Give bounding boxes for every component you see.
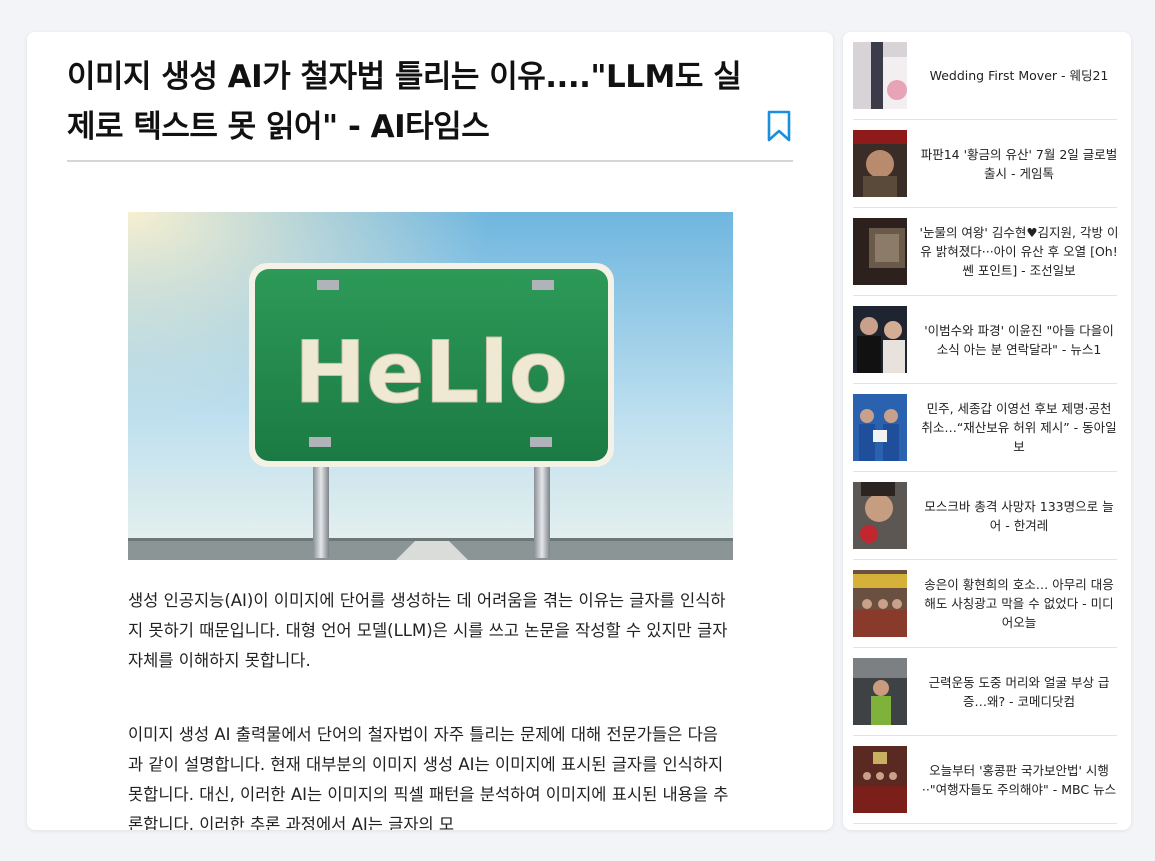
sidebar-news-title: 모스크바 총격 사망자 133명으로 늘어 - 한겨레 (924, 498, 1114, 533)
article-paragraph: 이미지 생성 AI 출력물에서 단어의 철자법이 자주 틀리는 문제에 대해 전… (128, 725, 729, 830)
sidebar-news-item[interactable]: Wedding First Mover - 웨딩21 (853, 32, 1117, 120)
sidebar-news-item[interactable]: 송은이 황현희의 호소… 아무리 대응해도 사칭광고 막을 수 없었다 - 미디… (853, 560, 1117, 648)
news-thumbnail (853, 746, 907, 813)
sidebar-news-item[interactable]: 오늘부터 '홍콩판 국가보안법' 시행··"여행자들도 주의해야" - MBC … (853, 736, 1117, 824)
article-paragraph: 생성 인공지능(AI)이 이미지에 단어를 생성하는 데 어려움을 겪는 이유는… (128, 591, 728, 670)
news-thumbnail (853, 658, 907, 725)
sidebar-news-title: '눈물의 여왕' 김수현♥김지원, 각방 이유 밝혀졌다···아이 유산 후 오… (919, 225, 1119, 278)
sidebar-news-item[interactable]: 근력운동 도중 머리와 얼굴 부상 급증…왜? - 코메디닷컴 (853, 648, 1117, 736)
sidebar-news-title: 근력운동 도중 머리와 얼굴 부상 급증…왜? - 코메디닷컴 (928, 674, 1110, 709)
article-header: 이미지 생성 AI가 철자법 틀리는 이유...."LLM도 실제로 텍스트 못… (67, 52, 793, 162)
article-card: 이미지 생성 AI가 철자법 틀리는 이유...."LLM도 실제로 텍스트 못… (27, 32, 833, 830)
news-thumbnail (853, 42, 907, 109)
news-thumbnail (853, 482, 907, 549)
related-news-sidebar: Wedding First Mover - 웨딩21 파판14 '황금의 유산'… (843, 32, 1131, 830)
sidebar-news-item[interactable]: 모스크바 총격 사망자 133명으로 늘어 - 한겨레 (853, 472, 1117, 560)
sidebar-news-title: 오늘부터 '홍콩판 국가보안법' 시행··"여행자들도 주의해야" - MBC … (921, 762, 1117, 797)
news-thumbnail (853, 394, 907, 461)
sidebar-news-title: '이범수와 파경' 이윤진 "아들 다을이 소식 아는 분 연락달라" - 뉴스… (924, 322, 1114, 357)
sidebar-news-item[interactable]: 파판14 '황금의 유산' 7월 2일 글로벌 출시 - 게임톡 (853, 120, 1117, 208)
sidebar-news-title: 민주, 세종갑 이영선 후보 제명·공천 취소…“재산보유 허위 제시” - 동… (921, 401, 1117, 454)
article-hero-image: HeLlo (128, 212, 733, 560)
sidebar-news-item[interactable]: '이범수와 파경' 이윤진 "아들 다을이 소식 아는 분 연락달라" - 뉴스… (853, 296, 1117, 384)
sign-text: HeLlo (294, 323, 568, 423)
sidebar-news-item[interactable]: '눈물의 여왕' 김수현♥김지원, 각방 이유 밝혀졌다···아이 유산 후 오… (853, 208, 1119, 296)
sidebar-news-title: Wedding First Mover - 웨딩21 (929, 68, 1109, 83)
article-title: 이미지 생성 AI가 철자법 틀리는 이유...."LLM도 실제로 텍스트 못… (67, 59, 742, 145)
sidebar-news-title: 송은이 황현희의 호소… 아무리 대응해도 사칭광고 막을 수 없었다 - 미디… (924, 577, 1114, 630)
sidebar-news-title: 파판14 '황금의 유산' 7월 2일 글로벌 출시 - 게임톡 (920, 146, 1118, 181)
news-thumbnail (853, 218, 907, 285)
news-thumbnail (853, 130, 907, 197)
article-body: 생성 인공지능(AI)이 이미지에 단어를 생성하는 데 어려움을 겪는 이유는… (128, 586, 733, 830)
news-thumbnail (853, 306, 907, 373)
bookmark-icon[interactable] (767, 110, 791, 142)
news-thumbnail (853, 570, 907, 637)
sidebar-news-item[interactable]: 민주, 세종갑 이영선 후보 제명·공천 취소…“재산보유 허위 제시” - 동… (853, 384, 1117, 472)
